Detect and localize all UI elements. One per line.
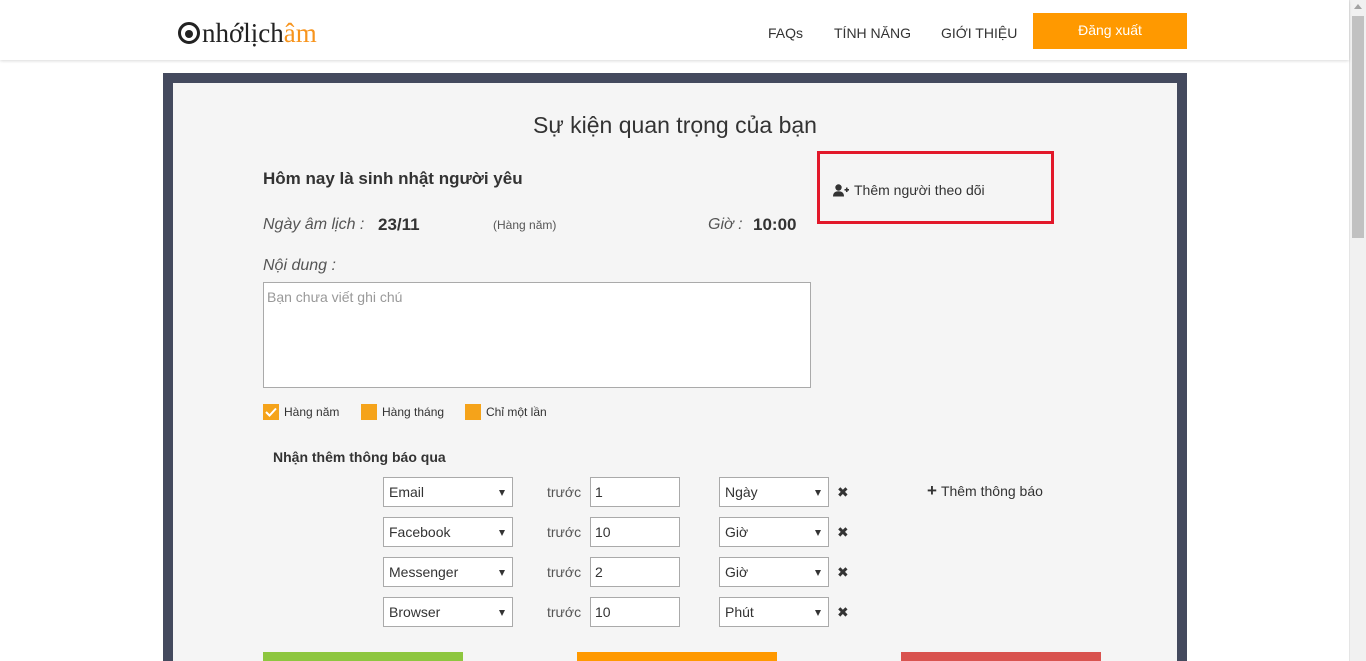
top-header: nhớlịch âm FAQs TÍNH NĂNG GIỚI THIỆU Đăng… [0, 0, 1349, 60]
dropdown-arrow-icon [499, 490, 505, 496]
notify-heading: Nhận thêm thông báo qua [273, 449, 446, 465]
logo-text-main: nhớlịch [202, 18, 284, 48]
logout-button[interactable]: Đăng xuất [1033, 13, 1187, 49]
logo-mark-icon [178, 22, 200, 44]
remove-notification-icon[interactable]: ✖ [837, 484, 849, 501]
unit-select[interactable]: Giờ [719, 557, 829, 587]
content-label: Nội dung : [263, 257, 336, 274]
dropdown-arrow-icon [815, 530, 821, 536]
time-value: 10:00 [753, 215, 797, 234]
add-follower-link[interactable]: Thêm người theo dõi [833, 182, 985, 198]
unit-select[interactable]: Giờ [719, 517, 829, 547]
notes-textarea[interactable] [263, 282, 811, 388]
logo-text-accent: âm [283, 18, 317, 48]
remove-notification-icon[interactable]: ✖ [837, 524, 849, 541]
repeat-note: (Hàng năm) [493, 218, 557, 232]
unit-select[interactable]: Phút [719, 597, 829, 627]
event-title: Hôm nay là sinh nhật người yêu [263, 169, 523, 188]
site-logo[interactable]: nhớlịch âm [178, 16, 317, 50]
amount-input[interactable] [590, 517, 680, 547]
channel-select-value: Messenger [389, 564, 459, 580]
time-label: Giờ : [708, 216, 743, 233]
channel-select[interactable]: Email [383, 477, 513, 507]
save-button[interactable] [263, 652, 463, 661]
dropdown-arrow-icon [499, 530, 505, 536]
page-scrollbar[interactable] [1349, 0, 1366, 661]
lunar-date-label: Ngày âm lịch : [263, 216, 365, 233]
lunar-date-value: 23/11 [378, 215, 420, 234]
nav-faqs[interactable]: FAQs [768, 25, 803, 41]
scroll-thumb[interactable] [1352, 16, 1364, 238]
add-follower-label: Thêm người theo dõi [854, 182, 985, 198]
channel-select-value: Email [389, 484, 425, 500]
add-notification-label: Thêm thông báo [940, 483, 1043, 499]
freq-yearly-label: Hàng năm [284, 405, 340, 419]
channel-select-value: Browser [389, 604, 441, 620]
checkbox-checked-icon[interactable] [263, 404, 279, 420]
channel-select-value: Facebook [389, 524, 451, 540]
dropdown-arrow-icon [815, 570, 821, 576]
dropdown-arrow-icon [499, 570, 505, 576]
before-label: trước [547, 484, 582, 500]
checkbox-icon[interactable] [465, 404, 481, 420]
add-user-icon [833, 183, 849, 196]
delete-button[interactable] [901, 652, 1101, 661]
freq-yearly-option[interactable]: Hàng năm [263, 404, 339, 420]
checkbox-icon[interactable] [361, 404, 377, 420]
freq-monthly-option[interactable]: Hàng tháng [361, 404, 444, 420]
amount-input[interactable] [590, 597, 680, 627]
unit-select-value: Giờ [725, 524, 749, 540]
page-title: Sự kiện quan trọng của bạn [533, 112, 817, 138]
freq-monthly-label: Hàng tháng [382, 405, 445, 419]
before-label: trước [547, 604, 582, 620]
dropdown-arrow-icon [815, 490, 821, 496]
nav-features[interactable]: TÍNH NĂNG [834, 25, 911, 41]
amount-input[interactable] [590, 477, 680, 507]
amount-input[interactable] [590, 557, 680, 587]
channel-select[interactable]: Facebook [383, 517, 513, 547]
unit-select-value: Giờ [725, 564, 749, 580]
remove-notification-icon[interactable]: ✖ [837, 604, 849, 621]
edit-button[interactable] [577, 652, 777, 661]
unit-select-value: Phút [725, 604, 754, 620]
before-label: trước [547, 564, 582, 580]
dropdown-arrow-icon [815, 610, 821, 616]
unit-select-value: Ngày [725, 484, 758, 500]
dropdown-arrow-icon [499, 610, 505, 616]
add-notification-link[interactable]: + Thêm thông báo [927, 481, 1043, 500]
channel-select[interactable]: Browser [383, 597, 513, 627]
before-label: trước [547, 524, 582, 540]
nav-about[interactable]: GIỚI THIỆU [941, 25, 1017, 41]
freq-once-option[interactable]: Chỉ một lần [465, 404, 547, 420]
channel-select[interactable]: Messenger [383, 557, 513, 587]
remove-notification-icon[interactable]: ✖ [837, 564, 849, 581]
unit-select[interactable]: Ngày [719, 477, 829, 507]
freq-once-label: Chỉ một lần [486, 405, 547, 419]
plus-icon: + [927, 481, 937, 500]
scroll-up-arrow-icon[interactable] [1354, 4, 1362, 9]
